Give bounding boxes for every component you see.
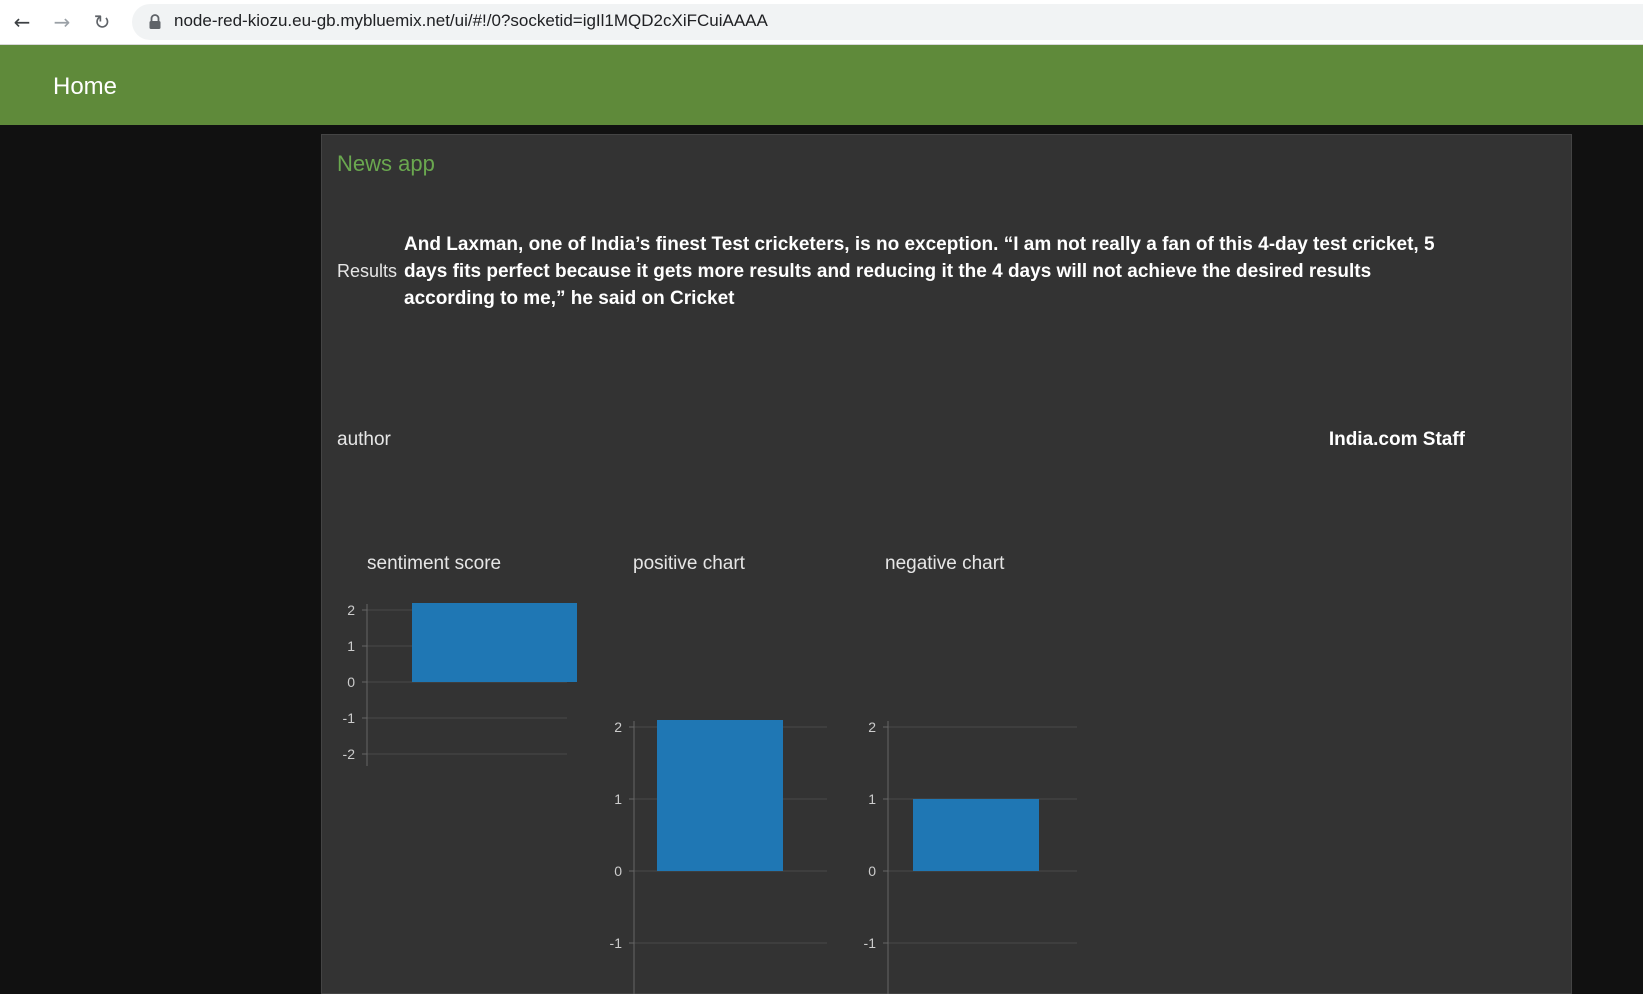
group-card: News app Results And Laxman, one of Indi… — [321, 134, 1572, 994]
reload-icon[interactable]: ↻ — [86, 6, 118, 38]
sentiment-tick-label: -2 — [343, 746, 356, 762]
sentiment-tick-label: 1 — [347, 638, 355, 654]
results-label: Results — [337, 261, 398, 281]
forward-icon[interactable]: → — [46, 6, 78, 38]
negative-tick-label: -1 — [864, 935, 877, 951]
negative-tick-label: 2 — [868, 719, 876, 735]
author-label: author — [337, 429, 391, 450]
back-icon[interactable]: ← — [6, 6, 38, 38]
positive-bar[interactable] — [657, 720, 783, 871]
sentiment-tick-label: 2 — [347, 602, 355, 618]
lock-icon — [149, 14, 161, 29]
negative-bar[interactable] — [913, 799, 1039, 871]
sentiment-score-chart: 2 1 0 -1 -2 — [343, 602, 577, 766]
sentiment-tick-label: 0 — [347, 674, 355, 690]
negative-tick-label: 0 — [868, 863, 876, 879]
positive-tick-label: 2 — [614, 719, 622, 735]
negative-chart: 210-1-2 — [864, 719, 1077, 994]
sentiment-bar[interactable] — [412, 603, 577, 682]
page-title: Home — [53, 73, 118, 100]
sentiment-tick-label: -1 — [343, 710, 356, 726]
results-text: And Laxman, one of India’s finest Test c… — [404, 234, 1435, 309]
negative-tick-label: 1 — [868, 791, 876, 807]
positive-tick-label: -1 — [610, 935, 623, 951]
chart-title-negative: negative chart — [885, 553, 1005, 574]
group-title: News app — [337, 151, 435, 176]
author-value: India.com Staff — [1328, 429, 1465, 450]
browser-toolbar: ← → ↻ node-red-kiozu.eu-gb.mybluemix.net… — [0, 0, 1643, 45]
positive-chart: 210-1-2 — [610, 719, 827, 994]
url-text[interactable]: node-red-kiozu.eu-gb.mybluemix.net/ui/#!… — [174, 11, 768, 31]
app-header: Home — [0, 45, 1643, 125]
chart-title-sentiment: sentiment score — [367, 553, 502, 574]
chart-title-positive: positive chart — [633, 553, 745, 574]
positive-tick-label: 1 — [614, 791, 622, 807]
positive-tick-label: 0 — [614, 863, 622, 879]
